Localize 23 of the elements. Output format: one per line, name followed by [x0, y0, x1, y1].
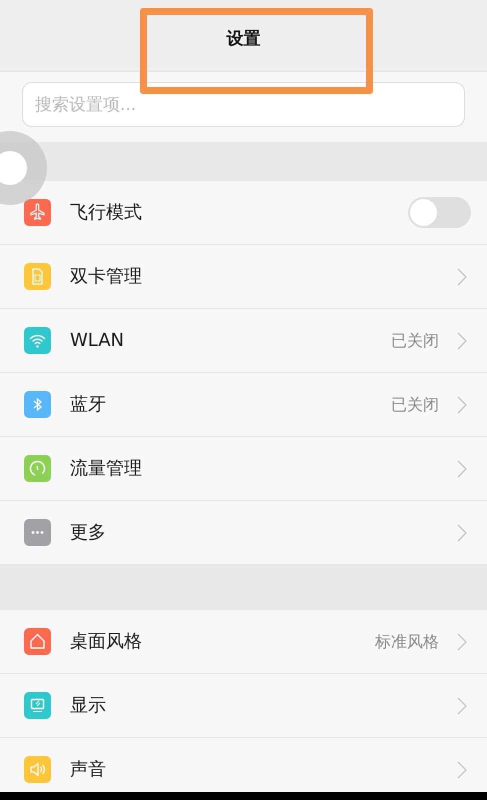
row-label: 更多: [70, 521, 107, 545]
search-field[interactable]: 搜索设置项...: [22, 82, 465, 127]
row-label: 声音: [70, 758, 107, 782]
chevron-icon: [457, 760, 467, 778]
row-value: 已关闭: [391, 330, 439, 352]
row-label: 流量管理: [70, 457, 143, 481]
row-label: WLAN: [70, 329, 126, 353]
row-label: 双卡管理: [70, 265, 143, 289]
chevron-icon: [457, 396, 467, 414]
page-title: 设置: [226, 28, 260, 51]
chevron-icon: [457, 460, 467, 478]
chevron-icon: [457, 524, 467, 542]
row-value: 已关闭: [391, 394, 439, 416]
chevron-icon: [457, 268, 467, 286]
row-label: 桌面风格: [70, 630, 143, 654]
row-label: 显示: [70, 694, 107, 718]
row-label: 蓝牙: [70, 393, 107, 417]
chevron-icon: [457, 696, 467, 714]
row-value: 标准风格: [375, 630, 439, 652]
chevron-icon: [457, 332, 467, 350]
chevron-icon: [457, 632, 467, 650]
toggle-switch[interactable]: [408, 197, 471, 228]
row-label: 飞行模式: [70, 201, 143, 225]
